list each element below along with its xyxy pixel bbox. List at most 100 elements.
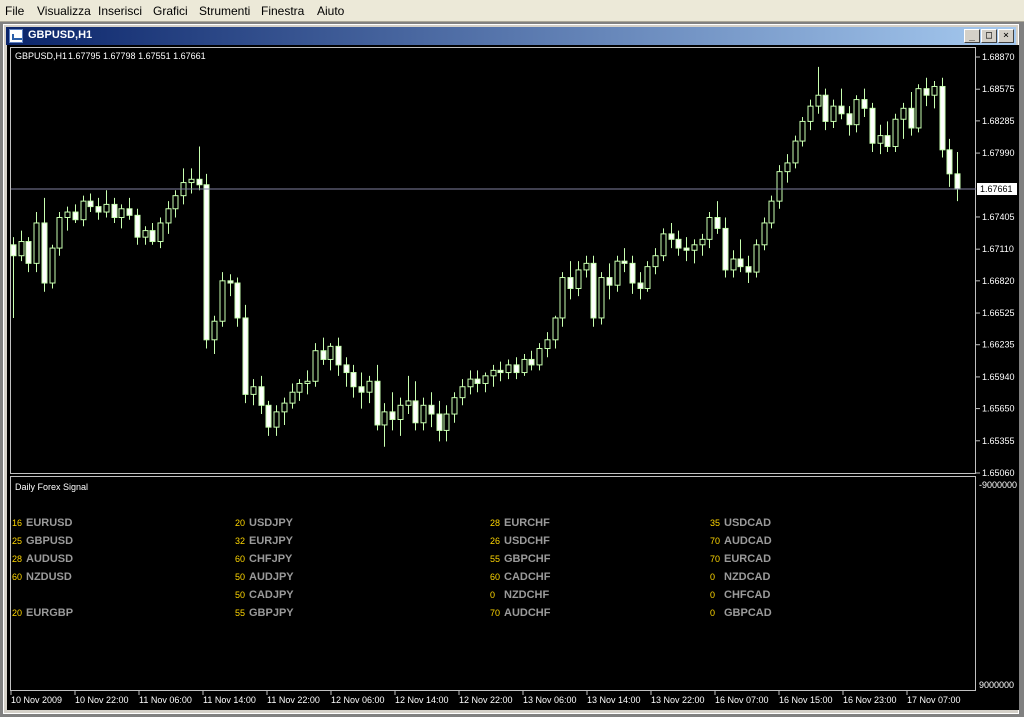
- candle-body: [497, 369, 504, 374]
- signal-value: 26: [490, 536, 500, 546]
- time-tick-label: 12 Nov 22:00: [459, 695, 513, 705]
- signal-value: 50: [235, 590, 245, 600]
- signal-pair: AUDCAD: [724, 535, 772, 547]
- menu-aiuto[interactable]: Aiuto: [317, 4, 344, 18]
- menu-finestra[interactable]: Finestra: [261, 4, 304, 18]
- signal-pair: CADCHF: [504, 571, 551, 583]
- candle-body: [877, 135, 884, 144]
- candle-body: [552, 317, 559, 341]
- candle-body: [683, 247, 690, 251]
- signal-value: 0: [710, 572, 715, 582]
- candle-body: [320, 350, 327, 360]
- candle-body: [87, 200, 94, 208]
- window-titlebar[interactable]: GBPUSD,H1 _ □ ×: [6, 27, 1016, 45]
- close-button[interactable]: ×: [998, 29, 1014, 43]
- candle-body: [335, 345, 342, 366]
- candle-body: [737, 258, 744, 268]
- candle-body: [815, 94, 822, 107]
- candle-body: [730, 258, 737, 271]
- signal-pair: USDCHF: [504, 535, 550, 547]
- candle-body: [706, 217, 713, 240]
- candle-body: [822, 94, 829, 122]
- chart-symbol-label: GBPUSD,H1: [15, 51, 67, 61]
- candle-body: [358, 386, 365, 393]
- candle-body: [296, 382, 303, 393]
- candle-body: [559, 277, 566, 319]
- candle-body: [637, 282, 644, 289]
- signal-pair: NZDCHF: [504, 589, 549, 601]
- signal-pair: USDJPY: [249, 517, 294, 529]
- window-title: GBPUSD,H1: [28, 29, 93, 41]
- indicator-axis-bottom: 9000000: [979, 680, 1014, 690]
- candle-body: [931, 85, 938, 96]
- candle-body: [869, 107, 876, 144]
- price-tick-label: 1.67990: [982, 148, 1015, 158]
- time-tick-label: 13 Nov 14:00: [587, 695, 641, 705]
- time-tick-label: 10 Nov 2009: [11, 695, 62, 705]
- signal-value: 55: [235, 608, 245, 618]
- candle-body: [784, 162, 791, 173]
- candle-body: [807, 105, 814, 122]
- signal-value: 60: [12, 572, 22, 582]
- candle: [598, 272, 605, 325]
- candle-body: [327, 345, 334, 360]
- indicator-title: Daily Forex Signal: [15, 482, 88, 492]
- candle-body: [118, 208, 125, 219]
- time-tick-label: 16 Nov 15:00: [779, 695, 833, 705]
- candle-body: [188, 178, 195, 184]
- current-price-label: 1.67661: [980, 184, 1013, 194]
- price-chart-svg[interactable]: GBPUSD,H1 1.67795 1.67798 1.67551 1.6766…: [7, 45, 1019, 710]
- candle-body: [157, 222, 164, 243]
- signal-pair: NZDCAD: [724, 571, 770, 583]
- signal-pair: AUDJPY: [249, 571, 294, 583]
- signal-value: 20: [12, 608, 22, 618]
- price-tick-label: 1.65650: [982, 404, 1015, 414]
- candle-body: [675, 238, 682, 249]
- candle-body: [203, 184, 210, 341]
- candle-body: [172, 195, 179, 210]
- menu-grafici[interactable]: Grafici: [153, 4, 188, 18]
- chart-area[interactable]: GBPUSD,H1 1.67795 1.67798 1.67551 1.6766…: [7, 45, 1019, 710]
- candle-body: [219, 280, 226, 322]
- candle: [939, 77, 946, 158]
- menu-file[interactable]: File: [5, 4, 24, 18]
- candle: [49, 244, 56, 289]
- candle-body: [861, 99, 868, 109]
- maximize-button[interactable]: □: [981, 29, 997, 43]
- candle-body: [25, 241, 32, 264]
- candle-body: [652, 255, 659, 268]
- signal-value: 0: [710, 590, 715, 600]
- price-tick-label: 1.67110: [982, 244, 1014, 254]
- candle-body: [884, 135, 891, 148]
- price-tick-label: 1.65940: [982, 372, 1015, 382]
- candle-body: [436, 413, 443, 431]
- candle-body: [846, 113, 853, 126]
- candle-body: [374, 380, 381, 426]
- signal-pair: EURJPY: [249, 535, 294, 547]
- signal-pair: CHFCAD: [724, 589, 770, 601]
- candle-body: [900, 107, 907, 120]
- candle-body: [544, 339, 551, 350]
- candle-body: [792, 140, 799, 164]
- candle-body: [753, 244, 760, 273]
- menu-strumenti[interactable]: Strumenti: [199, 4, 250, 18]
- candle-body: [521, 358, 528, 374]
- minimize-button[interactable]: _: [964, 29, 980, 43]
- candle-body: [467, 378, 474, 388]
- candle-body: [18, 241, 25, 257]
- candle-body: [536, 348, 543, 366]
- candle-body: [72, 211, 79, 221]
- candle: [242, 304, 249, 404]
- time-tick-label: 17 Nov 07:00: [907, 695, 961, 705]
- menu-inserisci[interactable]: Inserisci: [98, 4, 142, 18]
- candle-body: [134, 214, 141, 238]
- candle-body: [289, 391, 296, 404]
- chart-ohlc-label: 1.67795 1.67798 1.67551 1.67661: [68, 51, 206, 61]
- time-tick-label: 11 Nov 06:00: [139, 695, 192, 705]
- candle-body: [242, 317, 249, 395]
- candle-body: [281, 402, 288, 413]
- candle-body: [513, 364, 520, 374]
- signal-pair: EURUSD: [26, 517, 73, 529]
- candle-body: [598, 277, 605, 319]
- menu-visualizza[interactable]: Visualizza: [37, 4, 91, 18]
